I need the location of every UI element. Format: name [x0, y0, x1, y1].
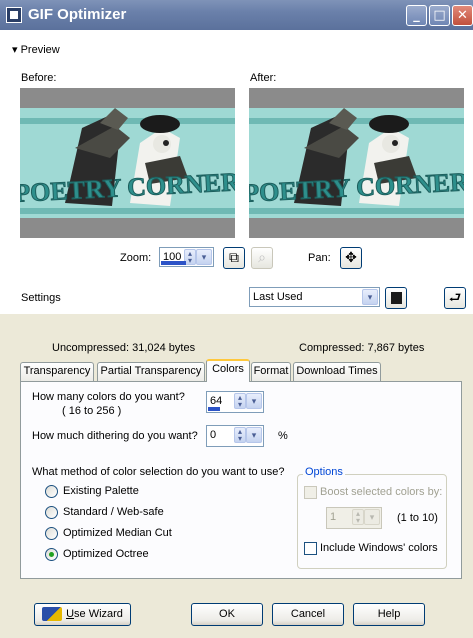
- settings-label: Settings: [21, 292, 61, 304]
- dither-value: 0: [210, 429, 217, 441]
- dither-spinner-icon[interactable]: ▴ ▾: [234, 427, 246, 443]
- zoom-dropdown-icon[interactable]: ▾: [196, 249, 212, 265]
- maximize-button[interactable]: □: [429, 5, 450, 26]
- colors-count-value: 64: [210, 395, 223, 407]
- include-windows-colors-label[interactable]: Include Windows' colors: [320, 542, 438, 554]
- tab-download-times[interactable]: Download Times: [293, 362, 381, 381]
- dither-field[interactable]: 0 ▴ ▾ ▾: [206, 425, 264, 447]
- boost-colors-checkbox: [304, 486, 317, 499]
- tab-partial-transparency[interactable]: Partial Transparency: [97, 362, 205, 381]
- include-windows-colors-checkbox[interactable]: [304, 542, 317, 555]
- minimize-button[interactable]: _: [406, 5, 427, 26]
- colors-range: ( 16 to 256 ): [62, 405, 122, 417]
- boost-range: (1 to 10): [397, 512, 438, 524]
- zoom-fit-icon: ⧉: [229, 249, 239, 265]
- colors-question: How many colors do you want?: [32, 391, 185, 403]
- tab-format[interactable]: Format: [251, 362, 291, 381]
- zoom-fit-button[interactable]: ⧉: [223, 247, 245, 269]
- close-button[interactable]: ✕: [452, 5, 473, 26]
- radio-optimized-median-cut-label[interactable]: Optimized Median Cut: [63, 527, 172, 539]
- tab-transparency[interactable]: Transparency: [20, 362, 94, 381]
- zoom-field[interactable]: 100 ▴ ▾ ▾: [159, 247, 214, 267]
- boost-value: 1: [330, 511, 337, 523]
- settings-preset-value: Last Used: [253, 291, 303, 303]
- boost-spinner-icon: ▴ ▾: [352, 509, 364, 525]
- uncompressed-size: Uncompressed: 31,024 bytes: [52, 342, 196, 354]
- after-label: After:: [250, 72, 277, 84]
- help-button[interactable]: Help: [353, 603, 425, 626]
- before-preview-image: POETRY CORNER: [20, 88, 235, 238]
- pan-move-icon: ✥: [345, 249, 357, 265]
- radio-optimized-octree-label[interactable]: Optimized Octree: [63, 548, 149, 560]
- radio-optimized-octree[interactable]: [45, 548, 58, 561]
- radio-standard-web-safe-label[interactable]: Standard / Web-safe: [63, 506, 164, 518]
- window-title: GIF Optimizer: [28, 6, 127, 23]
- dither-unit: %: [278, 430, 288, 442]
- radio-optimized-median-cut[interactable]: [45, 527, 58, 540]
- title-bar: GIF Optimizer _ □ ✕: [0, 0, 473, 30]
- boost-value-field: 1 ▴ ▾ ▾: [326, 507, 382, 529]
- zoom-level-bar: [161, 261, 186, 265]
- wizard-label: se Wizard: [74, 608, 123, 620]
- boost-colors-label: Boost selected colors by:: [320, 486, 443, 498]
- after-preview-image: POETRY CORNER: [249, 88, 464, 238]
- radio-existing-palette[interactable]: [45, 485, 58, 498]
- compressed-size: Compressed: 7,867 bytes: [299, 342, 425, 354]
- magnifier-icon: ⌕: [258, 249, 266, 265]
- dither-dropdown-icon[interactable]: ▾: [246, 427, 262, 443]
- wizard-accel: U: [66, 608, 75, 620]
- settings-preset-dropdown[interactable]: Last Used ▾: [249, 287, 380, 307]
- before-label: Before:: [21, 72, 57, 84]
- colors-spinner-icon[interactable]: ▴ ▾: [234, 393, 246, 409]
- pan-button[interactable]: ✥: [340, 247, 362, 269]
- zoom-magnifier-button: ⌕: [251, 247, 273, 269]
- preview-toggle[interactable]: ▾ Preview: [12, 43, 60, 56]
- pan-label: Pan:: [308, 252, 331, 264]
- save-preset-button[interactable]: [385, 287, 407, 309]
- app-icon: [6, 7, 22, 23]
- reset-arrow-icon: ⮐: [448, 289, 462, 305]
- boost-dropdown-icon: ▾: [364, 509, 380, 525]
- method-question: What method of color selection do you wa…: [32, 466, 285, 478]
- options-group-title: Options: [303, 466, 345, 478]
- zoom-label: Zoom:: [120, 252, 152, 264]
- colors-count-field[interactable]: 64 ▴ ▾ ▾: [206, 391, 264, 413]
- colors-dropdown-icon[interactable]: ▾: [246, 393, 262, 409]
- chevron-down-icon[interactable]: ▾: [362, 289, 378, 305]
- colors-level-bar: [208, 407, 220, 411]
- wizard-icon: [42, 607, 63, 622]
- cancel-button[interactable]: Cancel: [272, 603, 344, 626]
- tab-colors[interactable]: Colors: [206, 359, 250, 382]
- radio-existing-palette-label[interactable]: Existing Palette: [63, 485, 139, 497]
- ok-button[interactable]: OK: [191, 603, 263, 626]
- reset-button[interactable]: ⮐: [444, 287, 466, 309]
- radio-standard-web-safe[interactable]: [45, 506, 58, 519]
- dither-question: How much dithering do you want?: [32, 430, 198, 442]
- use-wizard-button[interactable]: Use Wizard: [34, 603, 131, 626]
- save-icon: [390, 292, 402, 304]
